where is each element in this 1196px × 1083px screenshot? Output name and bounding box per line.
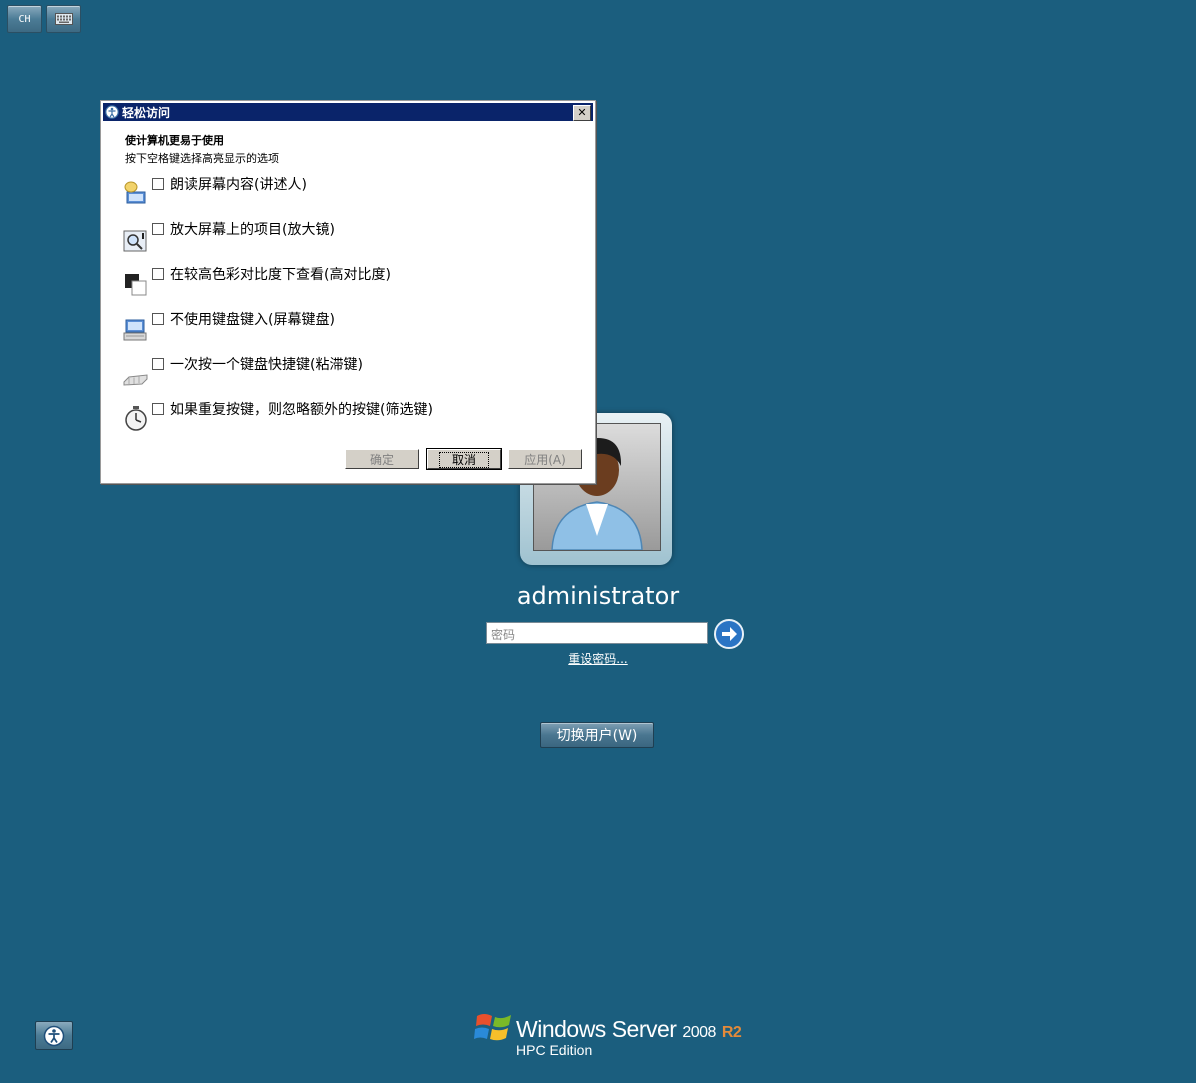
- apply-button-label: 应用(A): [524, 453, 566, 467]
- logo-product: Windows Server: [516, 1016, 677, 1042]
- ok-button[interactable]: 确定: [345, 449, 419, 469]
- username: administrator: [516, 582, 680, 610]
- submit-arrow-button[interactable]: [714, 619, 744, 649]
- reset-password-link[interactable]: 重设密码...: [560, 650, 636, 667]
- apply-button[interactable]: 应用(A): [508, 449, 582, 469]
- logo-edition: HPC Edition: [516, 1042, 593, 1058]
- close-button[interactable]: ✕: [573, 105, 591, 121]
- filter-keys-icon: [125, 406, 147, 431]
- option-label: 不使用键盘键入(屏幕键盘): [170, 312, 335, 328]
- input-language-label: CH: [18, 13, 31, 25]
- option-label: 朗读屏幕内容(讲述人): [170, 177, 307, 193]
- checkbox-onscreen-keyboard[interactable]: [152, 313, 164, 325]
- ease-of-access-dialog: 轻松访问 ✕ 使计算机更易于使用 按下空格键选择高亮显示的选项 朗读屏幕内容(讲…: [100, 100, 596, 484]
- high-contrast-icon: [125, 274, 147, 296]
- checkbox-sticky-keys[interactable]: [152, 358, 164, 370]
- dialog-subheading: 按下空格键选择高亮显示的选项: [125, 152, 279, 165]
- logo-version: 2008: [682, 1024, 716, 1041]
- keyboard-icon: [54, 13, 73, 25]
- option-label: 在较高色彩对比度下查看(高对比度): [170, 267, 391, 283]
- cancel-button-label: 取消: [438, 452, 489, 468]
- keyboard-button[interactable]: [46, 5, 81, 33]
- dialog-title: 轻松访问: [122, 105, 171, 120]
- option-label: 如果重复按键，则忽略额外的按键(筛选键): [170, 402, 433, 418]
- option-sticky-keys[interactable]: 一次按一个键盘快捷键(粘滞键): [123, 357, 563, 398]
- sticky-keys-icon: [123, 374, 148, 386]
- password-input[interactable]: 密码: [486, 622, 708, 644]
- onscreen-keyboard-icon: [123, 319, 147, 341]
- checkbox-filter-keys[interactable]: [152, 403, 164, 415]
- ok-button-label: 确定: [369, 453, 394, 467]
- switch-user-button[interactable]: 切换用户(W): [540, 722, 654, 748]
- option-label: 放大屏幕上的项目(放大镜): [170, 222, 335, 238]
- ease-of-access-icon: [43, 1025, 65, 1046]
- option-magnifier[interactable]: 放大屏幕上的项目(放大镜): [123, 222, 563, 263]
- dialog-heading: 使计算机更易于使用: [125, 134, 224, 147]
- logo-release: R2: [721, 1024, 742, 1041]
- arrow-right-icon: [714, 619, 744, 649]
- input-language-button[interactable]: CH: [7, 5, 42, 33]
- ease-of-access-icon: [105, 105, 119, 119]
- close-icon: ✕: [577, 106, 587, 119]
- option-high-contrast[interactable]: 在较高色彩对比度下查看(高对比度): [123, 267, 563, 308]
- option-filter-keys[interactable]: 如果重复按键，则忽略额外的按键(筛选键): [123, 402, 563, 443]
- checkbox-narrator[interactable]: [152, 178, 164, 190]
- logo-wordmark: Windows Server 2008 R2: [516, 1016, 742, 1043]
- option-narrator[interactable]: 朗读屏幕内容(讲述人): [123, 177, 563, 218]
- checkbox-magnifier[interactable]: [152, 223, 164, 235]
- narrator-icon: [124, 181, 146, 204]
- option-label: 一次按一个键盘快捷键(粘滞键): [170, 357, 363, 373]
- dialog-titlebar[interactable]: 轻松访问 ✕: [103, 103, 593, 121]
- cancel-button[interactable]: 取消: [426, 448, 502, 470]
- windows-server-logo: Windows Server 2008 R2 HPC Edition: [474, 1008, 742, 1062]
- magnifier-icon: [123, 230, 147, 252]
- ease-of-access-button[interactable]: [35, 1021, 73, 1050]
- windows-flag-icon: [474, 1014, 511, 1041]
- option-onscreen-keyboard[interactable]: 不使用键盘键入(屏幕键盘): [123, 312, 563, 353]
- checkbox-high-contrast[interactable]: [152, 268, 164, 280]
